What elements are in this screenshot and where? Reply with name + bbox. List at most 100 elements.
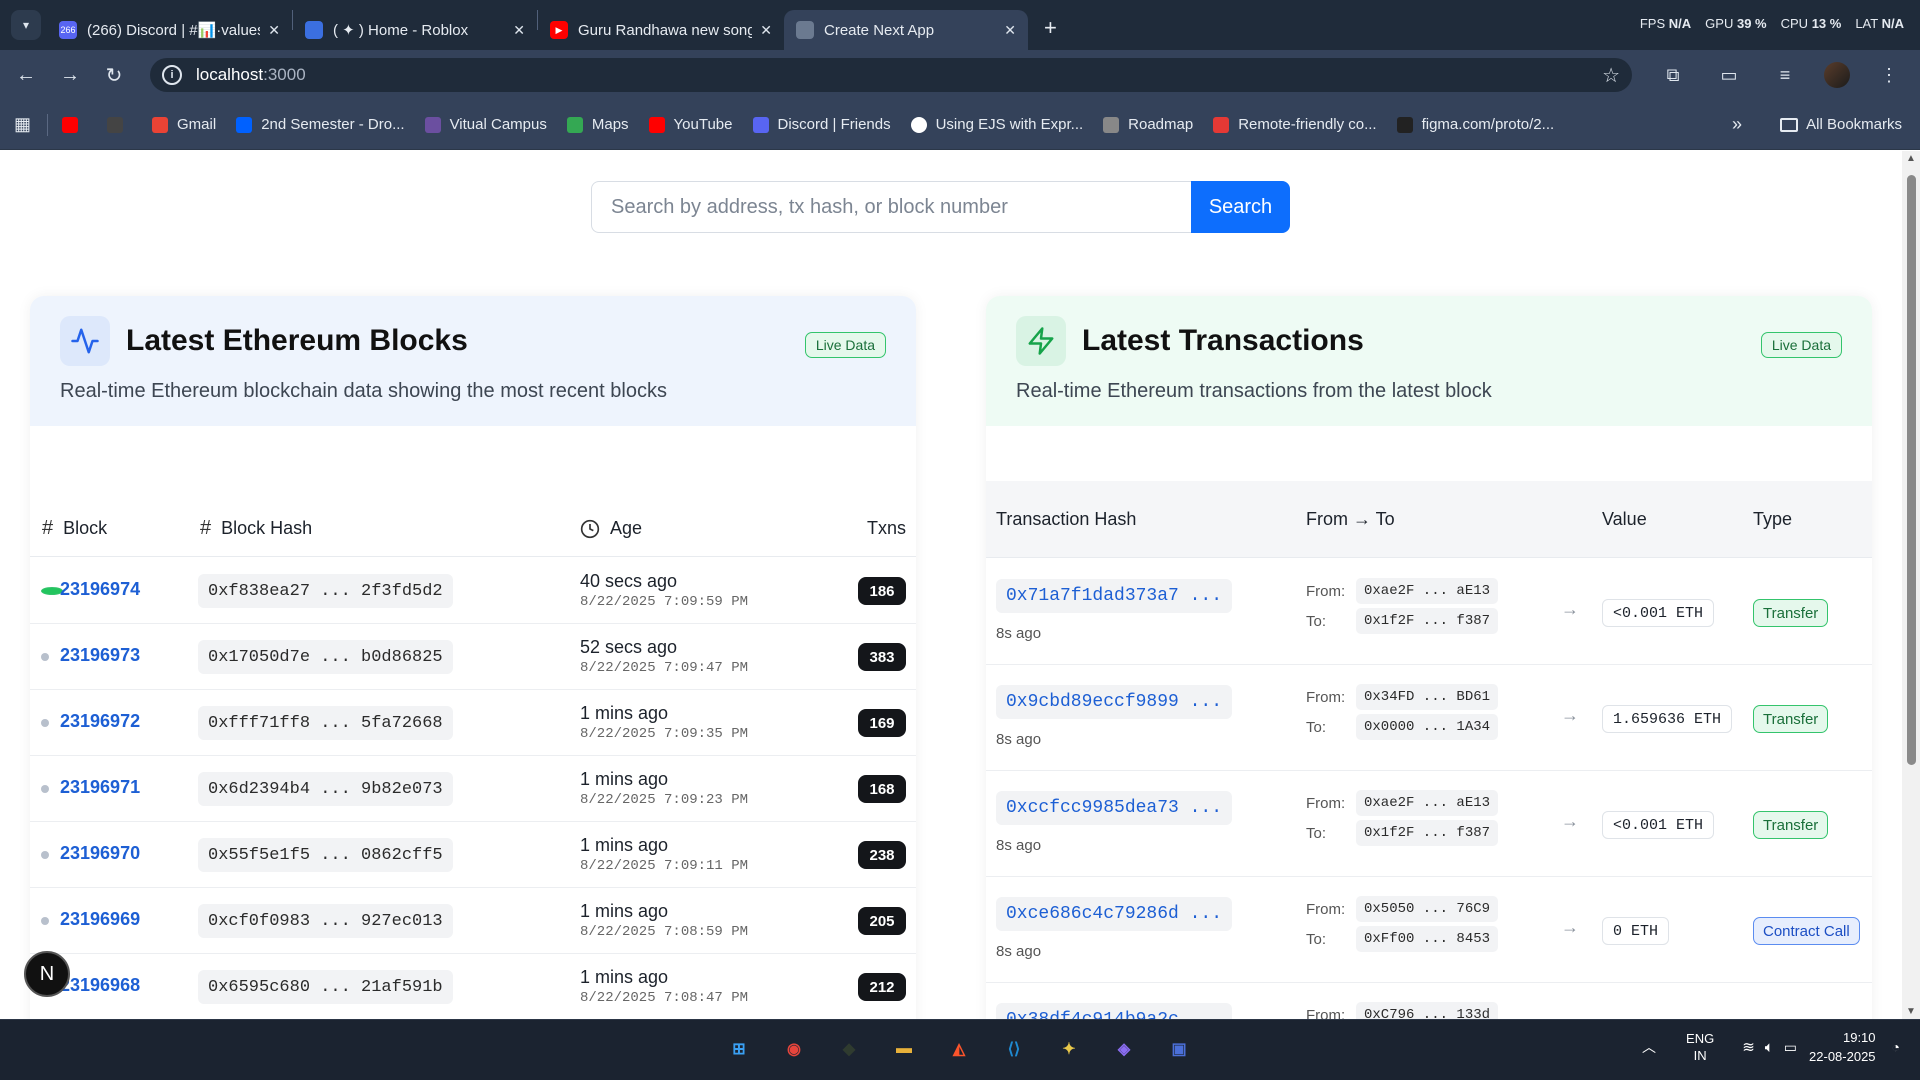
from-address[interactable]: 0xae2F ... aE13 [1356, 578, 1499, 604]
block-hash[interactable]: 0x55f5e1f5 ... 0862cff5 [198, 838, 453, 872]
all-bookmarks-button[interactable]: All Bookmarks [1780, 116, 1902, 133]
nextjs-dev-indicator-button[interactable]: N [24, 951, 70, 997]
block-number-link[interactable]: 23196971 [60, 777, 140, 798]
block-row: 23196974 0xf838ea27 ... 2f3fd5d2 40 secs a… [30, 558, 916, 624]
volume-icon[interactable]: 🔈︎ [1765, 1039, 1774, 1056]
from-address[interactable]: 0xC796 ... 133d [1356, 1002, 1499, 1019]
back-button[interactable]: ← [8, 57, 44, 93]
url-text[interactable]: localhost:3000 [196, 65, 306, 85]
to-address[interactable]: 0x1f2F ... f387 [1356, 820, 1499, 846]
bookmark-item[interactable]: Gmail [152, 116, 216, 133]
block-hash[interactable]: 0x17050d7e ... b0d86825 [198, 640, 453, 674]
bookmark-item[interactable] [107, 116, 132, 133]
from-address[interactable]: 0x5050 ... 76C9 [1356, 896, 1499, 922]
tab-close-icon[interactable]: ✕ [513, 22, 525, 39]
site-info-icon[interactable]: i [162, 65, 182, 85]
search-button[interactable]: Search [1191, 181, 1290, 233]
battery-icon[interactable]: ▭ [1784, 1039, 1797, 1056]
browser-tab[interactable]: Create Next App ✕ [784, 10, 1028, 50]
search-input[interactable] [591, 181, 1191, 233]
txn-count-badge: 383 [858, 643, 906, 671]
transaction-hash-link[interactable]: 0xccfcc9985dea73 ... [996, 791, 1233, 825]
block-status-dot-icon [41, 917, 49, 925]
vscode-icon[interactable]: ⟨⟩ [997, 1032, 1031, 1066]
copilot-icon[interactable]: ◈ [1107, 1032, 1141, 1066]
browser-tab[interactable]: ▶ Guru Randhawa new song azul ✕ [538, 10, 784, 50]
mongodb-compass-icon[interactable]: ◆ [832, 1032, 866, 1066]
browser-tab[interactable]: 266 (266) Discord | #📊·values | Ga ✕ [47, 10, 292, 50]
chrome-icon[interactable]: ◉ [777, 1032, 811, 1066]
address-bar[interactable]: i localhost:3000 ☆ [150, 58, 1632, 92]
more-bookmarks-chevron-icon[interactable]: » [1732, 114, 1742, 135]
apps-grid-icon[interactable]: ▦ [14, 114, 31, 135]
bookmark-star-icon[interactable]: ☆ [1602, 63, 1620, 88]
from-address[interactable]: 0xae2F ... aE13 [1356, 790, 1499, 816]
bookmark-item[interactable]: YouTube [648, 116, 733, 133]
windows-start-icon[interactable]: ⊞ [722, 1032, 756, 1066]
block-number-link[interactable]: 23196973 [60, 645, 140, 666]
block-number-link[interactable]: 23196969 [60, 909, 140, 930]
tab-close-icon[interactable]: ✕ [268, 22, 280, 39]
to-address[interactable]: 0x1f2F ... f387 [1356, 608, 1499, 634]
block-hash[interactable]: 0x6595c680 ... 21af591b [198, 970, 453, 1004]
forward-button[interactable]: → [52, 57, 88, 93]
wifi-icon[interactable]: ≋ [1742, 1038, 1755, 1056]
from-address[interactable]: 0x34FD ... BD61 [1356, 684, 1499, 710]
block-hash[interactable]: 0x6d2394b4 ... 9b82e073 [198, 772, 453, 806]
notification-bell-icon[interactable]: ◔ [1892, 1039, 1900, 1055]
reading-mode-icon[interactable]: ▭ [1712, 58, 1746, 92]
block-hash[interactable]: 0xfff71ff8 ... 5fa72668 [198, 706, 453, 740]
bookmark-item[interactable]: Discord | Friends [752, 116, 891, 133]
block-number-link[interactable]: 23196974 [60, 579, 140, 600]
scrollbar-thumb[interactable] [1907, 175, 1916, 765]
clock[interactable]: 19:10 22-08-2025 [1809, 1028, 1876, 1066]
block-row: 23196972 0xfff71ff8 ... 5fa72668 1 mins ag… [30, 690, 916, 756]
bookmark-item[interactable]: 2nd Semester - Dro... [236, 116, 405, 133]
chrome-menu-icon[interactable]: ⋮ [1872, 58, 1906, 92]
transaction-hash-link[interactable]: 0xce686c4c79286d ... [996, 897, 1233, 931]
profile-avatar[interactable] [1824, 62, 1850, 88]
txn-count-badge: 238 [858, 841, 906, 869]
bookmark-item[interactable] [62, 116, 87, 133]
new-tab-button[interactable]: + [1044, 15, 1057, 41]
transaction-hash-link[interactable]: 0x9cbd89eccf9899 ... [996, 685, 1233, 719]
bookmark-item[interactable]: Roadmap [1103, 116, 1193, 133]
brave-icon[interactable]: ◭ [942, 1032, 976, 1066]
tab-search-button[interactable]: ▾ [11, 10, 41, 40]
gemini-icon[interactable]: ✦ [1052, 1032, 1086, 1066]
block-number-link[interactable]: 23196968 [60, 975, 140, 996]
gmail-icon [152, 116, 169, 133]
block-status-dot-icon [41, 785, 49, 793]
bookmark-label: Maps [591, 116, 629, 133]
to-address[interactable]: 0xFf00 ... 8453 [1356, 926, 1499, 952]
block-hash[interactable]: 0xf838ea27 ... 2f3fd5d2 [198, 574, 453, 608]
bookmark-item[interactable]: figma.com/proto/2... [1396, 116, 1554, 133]
to-address[interactable]: 0x0000 ... 1A34 [1356, 714, 1499, 740]
transaction-hash-link[interactable]: 0x38df4c914b9a2c ... [996, 1003, 1233, 1019]
tab-close-icon[interactable]: ✕ [760, 22, 772, 39]
block-number-link[interactable]: 23196972 [60, 711, 140, 732]
bookmark-item[interactable]: Maps [566, 116, 629, 133]
block-age: 1 mins ago [580, 769, 669, 789]
show-hidden-icons-chevron-icon[interactable]: ︿ [1642, 1037, 1656, 1057]
page-scrollbar[interactable]: ▲ ▼ [1902, 151, 1920, 1019]
transactions-card-header: Latest Transactions Real-time Ethereum t… [986, 296, 1872, 426]
browser-tab[interactable]: ( ✦ ) Home - Roblox ✕ [293, 10, 537, 50]
block-hash[interactable]: 0xcf0f0983 ... 927ec013 [198, 904, 453, 938]
reload-button[interactable]: ↻ [96, 57, 132, 93]
extensions-icon[interactable]: ⧉ [1656, 58, 1690, 92]
bookmark-item[interactable]: Using EJS with Expr... [910, 116, 1083, 133]
tab-close-icon[interactable]: ✕ [1004, 22, 1016, 39]
language-indicator[interactable]: ENG IN [1686, 1030, 1714, 1064]
blocks-card-subtitle: Real-time Ethereum blockchain data showi… [60, 380, 667, 402]
bookmark-item[interactable]: Vitual Campus [424, 116, 547, 133]
scroll-down-arrow-icon[interactable]: ▼ [1906, 1006, 1916, 1017]
transaction-hash-link[interactable]: 0x71a7f1dad373a7 ... [996, 579, 1233, 613]
file-explorer-icon[interactable]: ▬ [887, 1032, 921, 1066]
bookmark-item[interactable]: Remote-friendly co... [1213, 116, 1377, 133]
scroll-up-arrow-icon[interactable]: ▲ [1906, 153, 1916, 164]
block-number-link[interactable]: 23196970 [60, 843, 140, 864]
media-controls-icon[interactable]: ≡ [1768, 58, 1802, 92]
roblox-icon[interactable]: ▣ [1162, 1032, 1196, 1066]
block-age: 1 mins ago [580, 703, 669, 723]
